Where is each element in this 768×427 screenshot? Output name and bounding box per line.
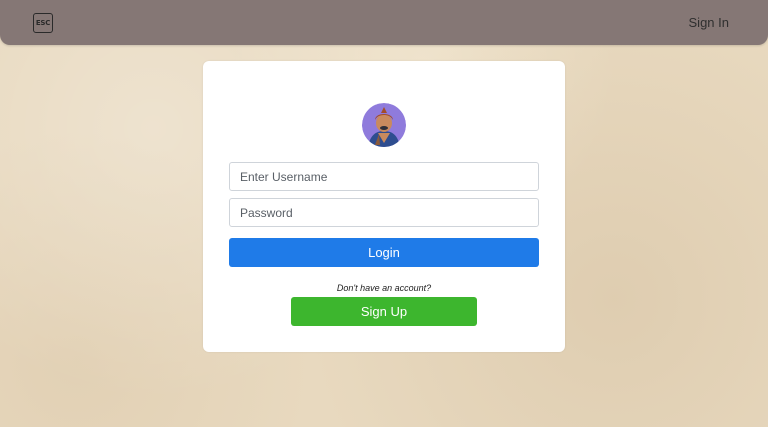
- sign-up-button[interactable]: Sign Up: [291, 297, 477, 326]
- password-input[interactable]: [229, 198, 539, 227]
- login-button[interactable]: Login: [229, 238, 539, 267]
- esc-logo[interactable]: ESC: [33, 13, 53, 33]
- username-input[interactable]: [229, 162, 539, 191]
- top-navbar: ESC Sign In: [0, 0, 768, 45]
- no-account-text: Don't have an account?: [336, 283, 432, 293]
- nav-sign-in-link[interactable]: Sign In: [689, 15, 729, 30]
- login-card: Login Don't have an account? Sign Up: [203, 61, 565, 352]
- user-avatar-icon: [362, 103, 406, 147]
